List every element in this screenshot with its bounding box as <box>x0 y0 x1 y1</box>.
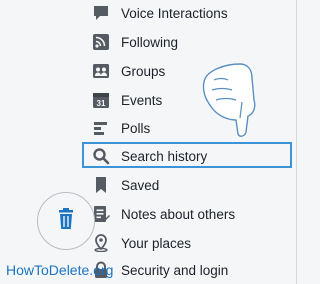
map-pin-icon <box>92 233 112 253</box>
menu-item-saved[interactable]: Saved <box>92 172 292 198</box>
trash-bubble <box>37 192 95 250</box>
menu-item-label: Your places <box>121 235 192 251</box>
menu-item-label: Search history <box>121 148 208 164</box>
pointing-hand-icon <box>196 60 268 147</box>
chat-bubble-icon <box>92 3 112 23</box>
groups-icon <box>92 61 112 81</box>
menu-item-notes-about-others[interactable]: Notes about others <box>92 201 292 227</box>
bookmark-icon <box>92 175 112 195</box>
menu-item-label: Voice Interactions <box>121 5 228 21</box>
menu-item-voice-interactions[interactable]: Voice Interactions <box>92 0 292 26</box>
menu-item-label: Following <box>121 34 179 50</box>
menu-item-following[interactable]: Following <box>92 29 292 55</box>
trash-icon <box>56 207 76 235</box>
calendar-day-text: 31 <box>97 99 106 108</box>
polls-bars-icon <box>92 118 112 138</box>
menu-item-label: Events <box>121 92 163 108</box>
search-icon <box>92 146 112 166</box>
rss-feed-icon <box>92 32 112 52</box>
menu-item-label: Groups <box>121 63 166 79</box>
menu-item-label: Saved <box>121 177 160 193</box>
menu-item-security-and-login[interactable]: Security and login <box>92 257 292 283</box>
menu-item-label: Security and login <box>121 262 229 278</box>
sidebar-divider <box>296 0 297 284</box>
watermark-text: HowToDelete.org <box>6 262 114 278</box>
menu-item-label: Notes about others <box>121 206 236 222</box>
notes-icon <box>92 204 112 224</box>
menu-item-your-places[interactable]: Your places <box>92 230 292 256</box>
menu-item-label: Polls <box>121 120 151 136</box>
calendar-icon: 31 <box>92 90 112 110</box>
